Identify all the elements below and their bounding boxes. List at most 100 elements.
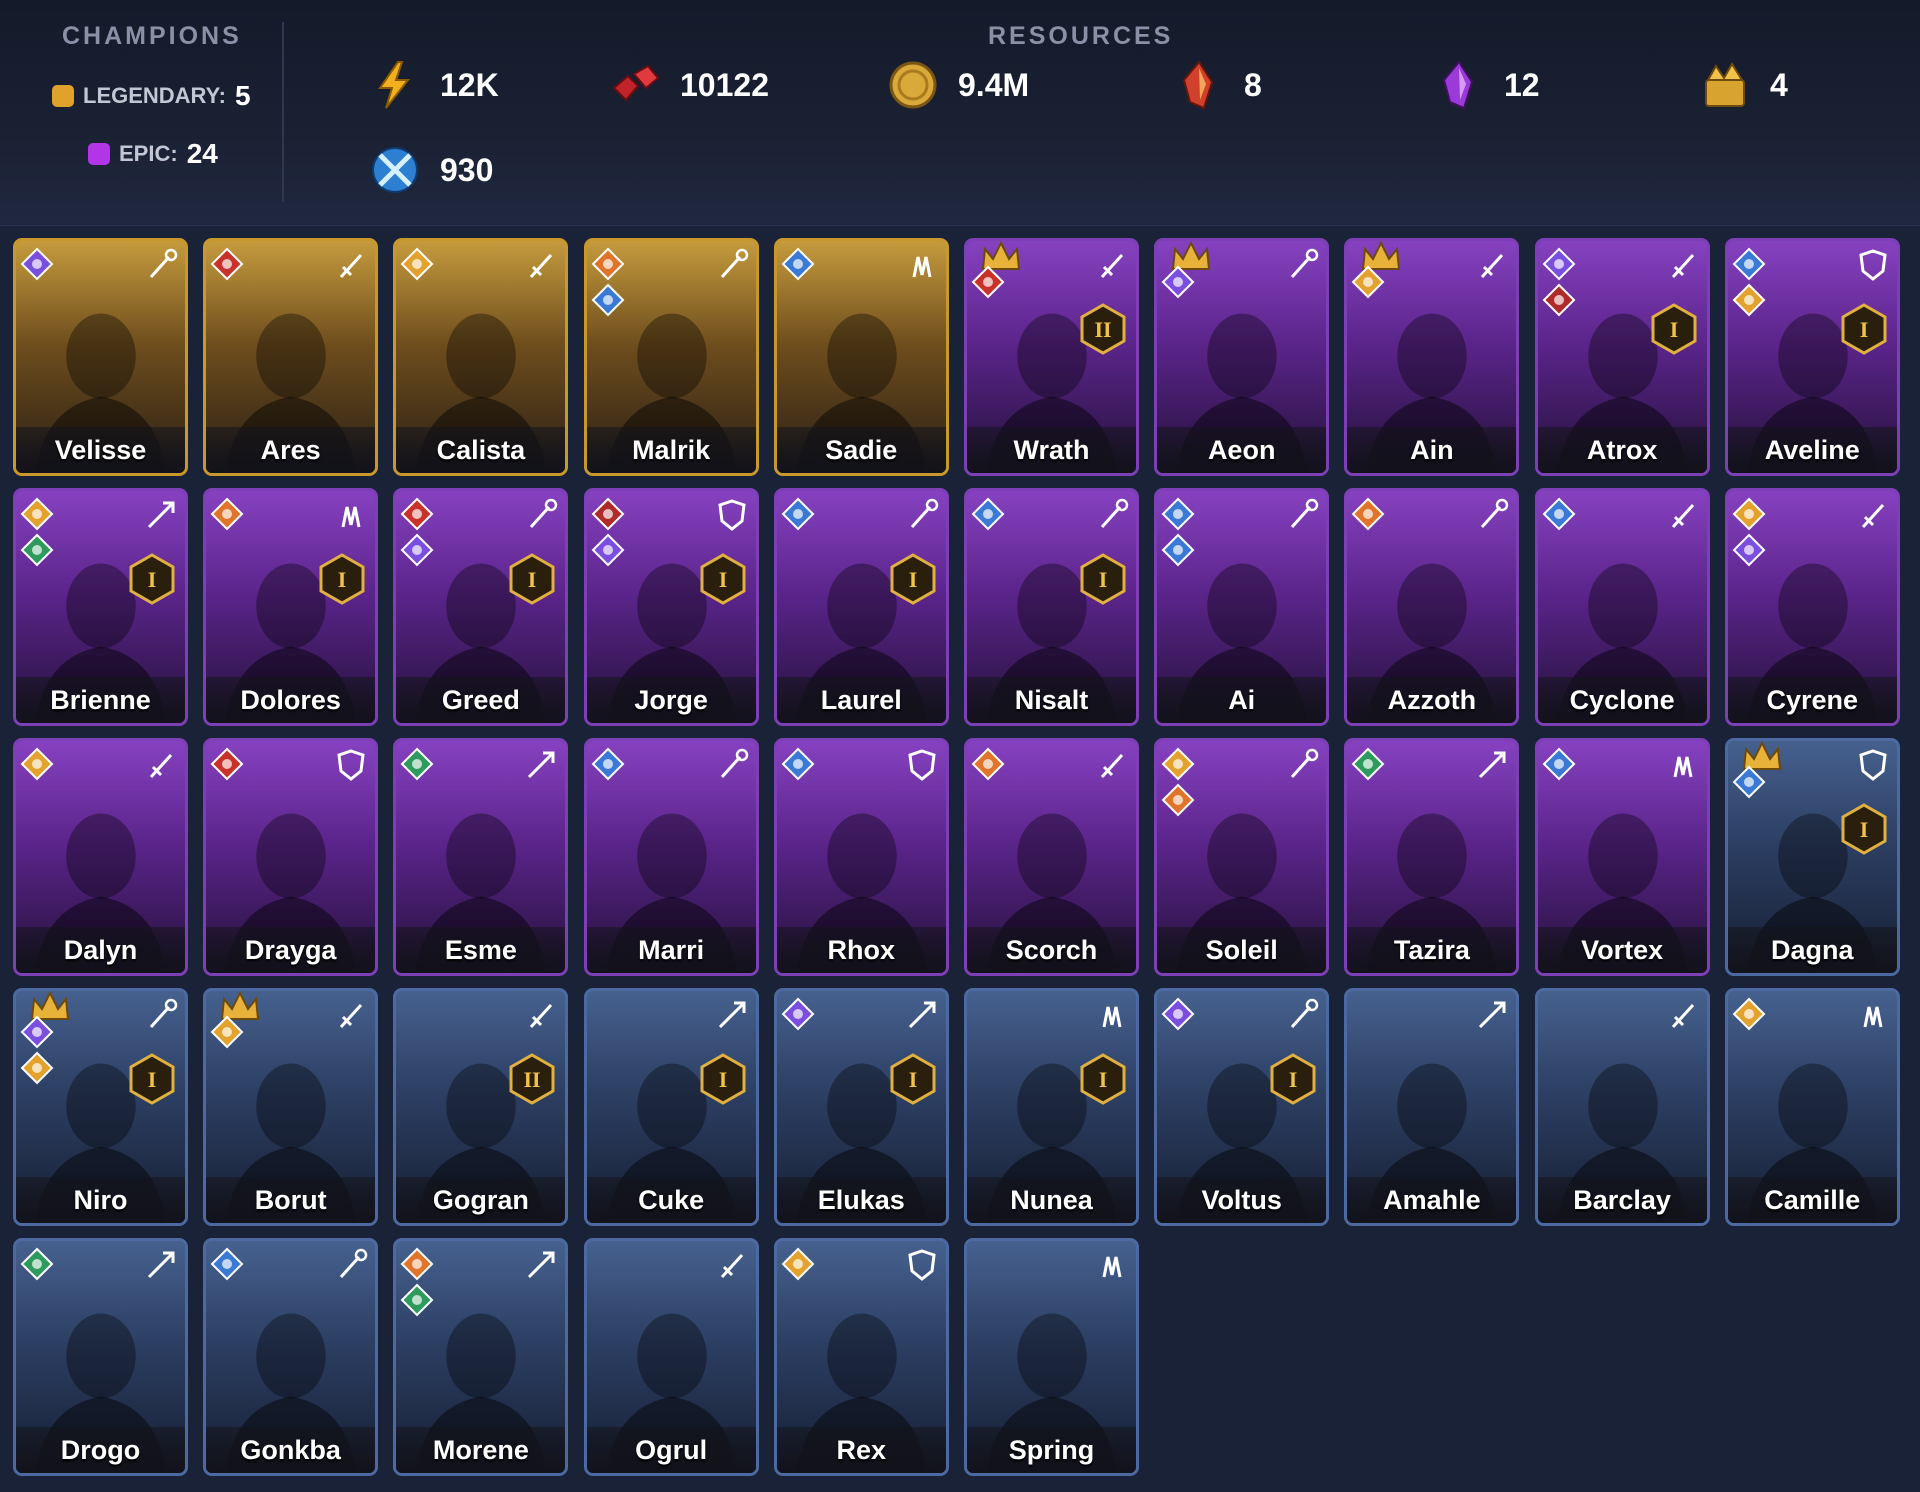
champion-card-gogran[interactable]: II Gogran <box>393 988 569 1226</box>
champion-card-malrik[interactable]: Malrik <box>583 238 759 476</box>
ascension-rank-badge: I <box>1080 553 1126 605</box>
champion-card-elukas[interactable]: I Elukas <box>773 988 949 1226</box>
sword-icon <box>530 1003 553 1029</box>
epic-dot-icon <box>88 143 110 165</box>
champion-card-amahle[interactable]: Amahle <box>1344 988 1520 1226</box>
fire-affinity-icon <box>971 747 1005 781</box>
water-affinity-icon <box>781 247 815 281</box>
champion-card-ain[interactable]: Ain <box>1344 238 1520 476</box>
champion-card-dagna[interactable]: I Dagna <box>1724 738 1900 976</box>
champion-card-spring[interactable]: Spring <box>964 1238 1139 1476</box>
champion-card-ogrul[interactable]: Ogrul <box>583 1238 759 1476</box>
rank-badge-label: I <box>909 1067 918 1092</box>
champion-card-wrath[interactable]: II Wrath <box>964 238 1139 476</box>
mage-staff-icon <box>1291 498 1319 529</box>
champion-card-nunea[interactable]: I Nunea <box>964 988 1139 1226</box>
champion-card-ares[interactable]: Ares <box>203 238 379 476</box>
champion-name: Scorch <box>967 927 1136 973</box>
champion-card-sadie[interactable]: Sadie <box>773 238 949 476</box>
water-affinity-icon <box>1542 747 1576 781</box>
shield-icon <box>337 749 365 781</box>
champion-name: Cyrene <box>1727 677 1897 723</box>
champion-card-cuke[interactable]: I Cuke <box>583 988 759 1226</box>
champion-name: Ogrul <box>586 1427 756 1473</box>
champion-card-dalyn[interactable]: Dalyn <box>13 738 188 976</box>
champion-card-drayga[interactable]: Drayga <box>203 738 379 976</box>
rank-badge-label: II <box>524 1067 541 1092</box>
water-affinity-icon <box>1161 533 1195 567</box>
champion-card-tazira[interactable]: Tazira <box>1344 738 1520 976</box>
epic-count: 24 <box>186 138 218 169</box>
champion-card-atrox[interactable]: I Atrox <box>1534 238 1710 476</box>
champion-card-cyclone[interactable]: Cyclone <box>1534 488 1710 726</box>
spirit-affinity-icon <box>400 533 434 567</box>
champion-card-barclay[interactable]: Barclay <box>1534 988 1710 1226</box>
champion-card-azzoth[interactable]: Azzoth <box>1344 488 1520 726</box>
water-affinity-icon <box>591 747 625 781</box>
champion-card-marri[interactable]: Marri <box>583 738 759 976</box>
sword-icon <box>1481 253 1504 279</box>
champion-card-vortex[interactable]: Vortex <box>1534 738 1710 976</box>
champion-name: Brienne <box>16 677 185 723</box>
ascension-rank-badge: I <box>1080 1053 1126 1105</box>
ranged-icon <box>1479 1001 1506 1029</box>
water-affinity-icon <box>1732 247 1766 281</box>
mage-staff-icon <box>720 248 748 279</box>
champion-card-drogo[interactable]: Drogo <box>13 1238 188 1476</box>
magic-affinity-icon <box>20 497 54 531</box>
champion-card-calista[interactable]: Calista <box>393 238 569 476</box>
champion-name: Gogran <box>396 1177 566 1223</box>
champion-card-niro[interactable]: I Niro <box>13 988 188 1226</box>
champion-card-brienne[interactable]: I Brienne <box>13 488 188 726</box>
water-affinity-icon <box>591 283 625 317</box>
rank-badge-label: I <box>718 567 727 592</box>
ascension-rank-badge: II <box>1080 303 1126 355</box>
spirit-affinity-icon <box>591 533 625 567</box>
champion-card-aveline[interactable]: I Aveline <box>1724 238 1900 476</box>
rank-badge-label: I <box>148 1067 157 1092</box>
champion-card-esme[interactable]: Esme <box>393 738 569 976</box>
champion-card-rhox[interactable]: Rhox <box>773 738 949 976</box>
champion-card-borut[interactable]: Borut <box>203 988 379 1226</box>
resource-gold-treasure: 4 <box>1698 55 1788 115</box>
champion-name: Ai <box>1157 677 1327 723</box>
resource-silver: 9.4M <box>886 55 1029 115</box>
champion-card-greed[interactable]: I Greed <box>393 488 569 726</box>
resource-red-shard-value: 8 <box>1244 66 1262 103</box>
rank-badge-label: I <box>1860 817 1869 842</box>
champion-card-camille[interactable]: Camille <box>1724 988 1900 1226</box>
resource-energy: 12K <box>368 55 499 115</box>
champions-title: CHAMPIONS <box>62 22 242 50</box>
champion-card-morene[interactable]: Morene <box>393 1238 569 1476</box>
rank-badge-label: I <box>1860 317 1869 342</box>
champion-card-gonkba[interactable]: Gonkba <box>203 1238 379 1476</box>
champion-card-soleil[interactable]: Soleil <box>1154 738 1330 976</box>
champion-name: Camille <box>1727 1177 1897 1223</box>
champion-card-rex[interactable]: Rex <box>773 1238 949 1476</box>
champion-card-scorch[interactable]: Scorch <box>964 738 1139 976</box>
champion-card-jorge[interactable]: I Jorge <box>583 488 759 726</box>
mage-staff-icon <box>1291 248 1319 279</box>
epic-count-row: EPIC: 24 <box>88 138 218 170</box>
force-affinity-icon <box>210 747 244 781</box>
ascension-rank-badge: I <box>509 553 555 605</box>
fire-affinity-icon <box>1351 497 1385 531</box>
champion-card-laurel[interactable]: I Laurel <box>773 488 949 726</box>
champion-card-voltus[interactable]: I Voltus <box>1154 988 1330 1226</box>
champion-card-nisalt[interactable]: I Nisalt <box>964 488 1139 726</box>
champion-card-aeon[interactable]: Aeon <box>1154 238 1330 476</box>
ascension-rank-badge: I <box>1841 803 1887 855</box>
ranged-icon <box>147 1251 175 1279</box>
water-affinity-icon <box>210 1247 244 1281</box>
rank-badge-label: I <box>909 567 918 592</box>
champion-name: Malrik <box>586 427 756 473</box>
resource-rubies: 10122 <box>608 55 769 115</box>
spirit-affinity-icon <box>1161 265 1195 299</box>
magic-affinity-icon <box>20 747 54 781</box>
champion-card-dolores[interactable]: I Dolores <box>203 488 379 726</box>
gold-treasure-icon <box>1705 62 1745 107</box>
champion-card-ai[interactable]: Ai <box>1154 488 1330 726</box>
champion-name: Cuke <box>586 1177 756 1223</box>
champion-card-cyrene[interactable]: Cyrene <box>1724 488 1900 726</box>
champion-card-velisse[interactable]: Velisse <box>13 238 188 476</box>
